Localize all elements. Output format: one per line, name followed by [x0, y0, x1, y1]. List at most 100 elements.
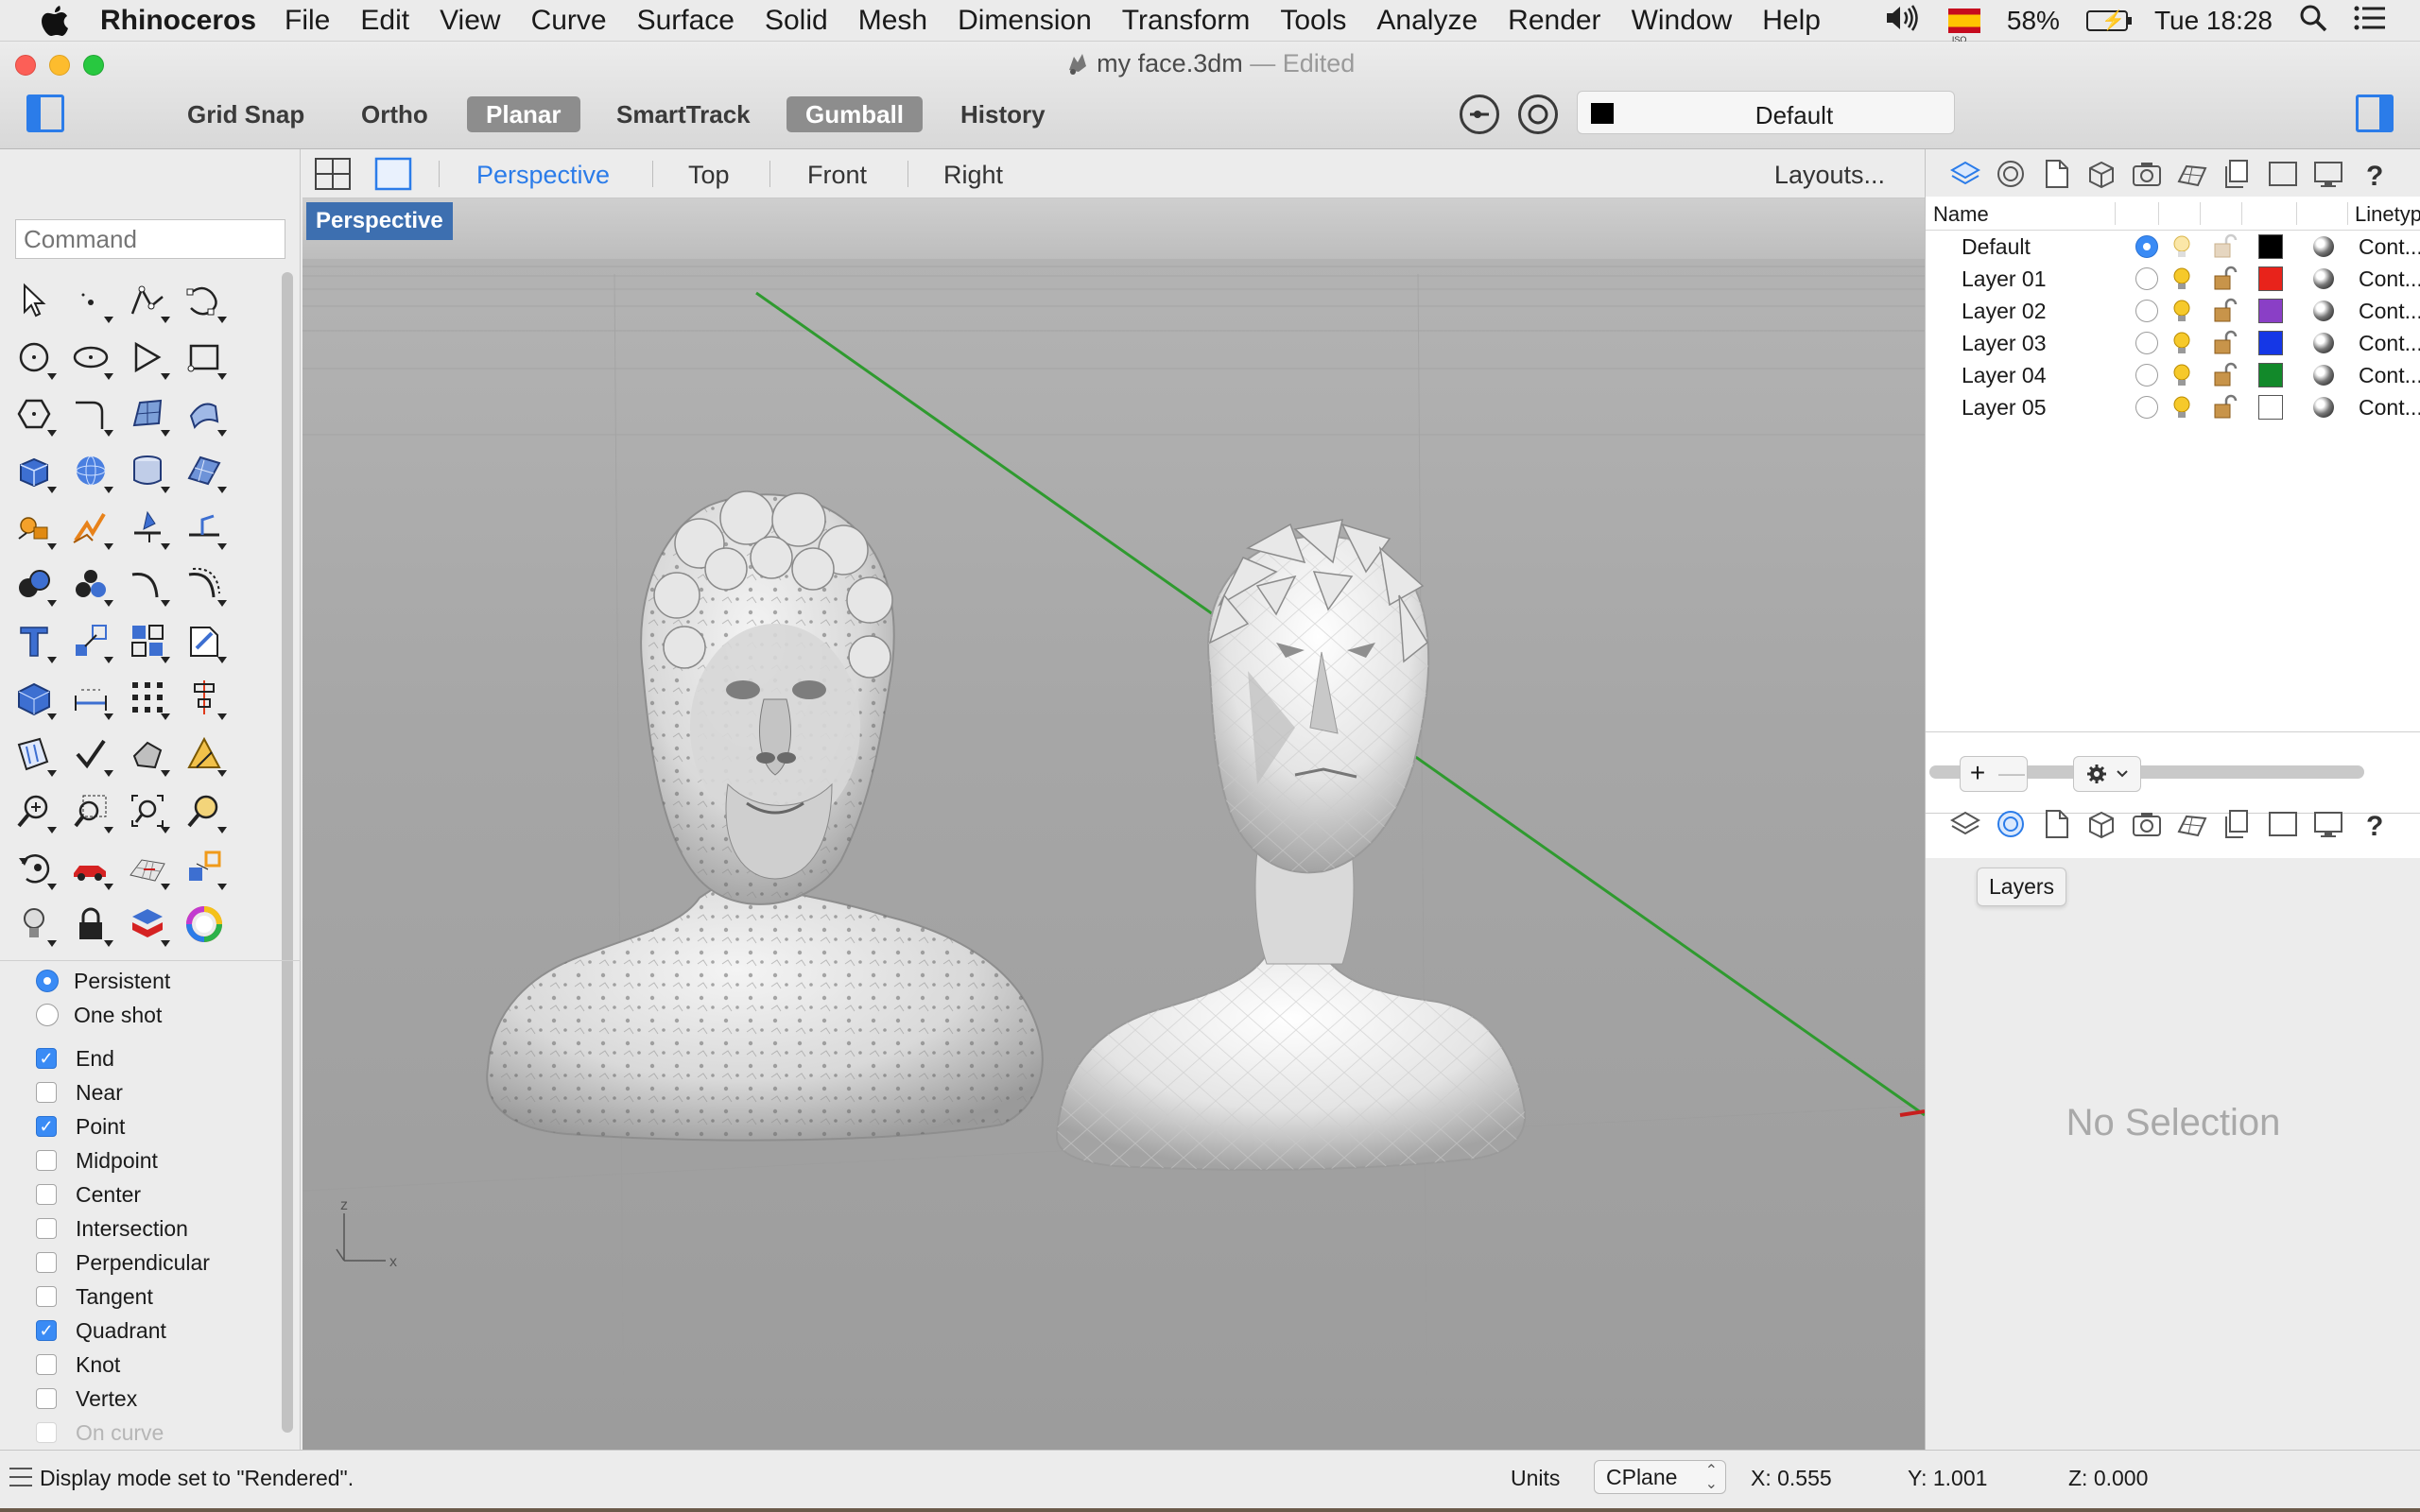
osnap-quadrant[interactable]: ✓ Quadrant: [36, 1314, 272, 1348]
help-icon[interactable]: ?: [2351, 803, 2396, 845]
visibility-bulb-icon[interactable]: [2168, 329, 2196, 357]
perspective-viewport[interactable]: z x Perspective: [302, 198, 1925, 1450]
lock-open-icon[interactable]: [2209, 297, 2238, 325]
menu-surface[interactable]: Surface: [637, 5, 735, 37]
layer-row-05[interactable]: Layer 05 Cont...: [1926, 391, 2420, 423]
osnap-near[interactable]: Near: [36, 1075, 272, 1109]
layouts-tab-icon[interactable]: [2215, 153, 2260, 195]
align-icon[interactable]: [176, 669, 233, 726]
osnap-center-checkbox[interactable]: [36, 1184, 57, 1205]
persistent-radio[interactable]: [36, 970, 59, 992]
osnap-intersection[interactable]: Intersection: [36, 1211, 272, 1246]
surface-from-points-icon[interactable]: [119, 386, 176, 442]
menu-render[interactable]: Render: [1508, 5, 1600, 37]
current-layer-radio[interactable]: [2135, 332, 2158, 354]
osnap-knot[interactable]: Knot: [36, 1348, 272, 1382]
fillet-curves-icon[interactable]: [62, 386, 119, 442]
menu-curve[interactable]: Curve: [531, 5, 607, 37]
render-car-icon[interactable]: [62, 839, 119, 896]
layer-linetype[interactable]: Cont...: [2359, 331, 2420, 356]
four-viewports-icon[interactable]: [314, 157, 352, 198]
offset-curve-icon[interactable]: [176, 556, 233, 612]
add-layer-button[interactable]: +: [1961, 757, 1995, 789]
transform-block-icon[interactable]: [176, 839, 233, 896]
layer-color-swatch[interactable]: [2258, 395, 2283, 420]
current-layer-radio[interactable]: [2135, 364, 2158, 387]
check-objects-icon[interactable]: [62, 726, 119, 782]
layer-material-icon[interactable]: [119, 896, 176, 953]
circle-icon[interactable]: [6, 329, 62, 386]
layer-row-03[interactable]: Layer 03 Cont...: [1926, 327, 2420, 359]
layer-linetype[interactable]: Cont...: [2359, 395, 2420, 421]
layer-material-icon[interactable]: [2313, 365, 2334, 386]
current-layer-radio[interactable]: [2135, 235, 2158, 258]
menu-mesh[interactable]: Mesh: [858, 5, 927, 37]
osnap-quadrant-checkbox[interactable]: ✓: [36, 1320, 57, 1341]
box-icon[interactable]: [6, 442, 62, 499]
scale-icon[interactable]: [62, 612, 119, 669]
zoom-extents-icon[interactable]: [119, 782, 176, 839]
sphere-icon[interactable]: [62, 442, 119, 499]
toggle-left-sidebar-button[interactable]: [26, 94, 64, 132]
osnap-scrollbar[interactable]: [282, 970, 293, 1433]
menu-file[interactable]: File: [285, 5, 330, 37]
layer-options-gear-button[interactable]: [2073, 756, 2141, 792]
viewport-title-label[interactable]: Perspective: [306, 202, 453, 240]
osnap-on-curve-checkbox[interactable]: [36, 1422, 57, 1443]
help-icon[interactable]: ?: [2351, 153, 2396, 195]
volume-icon[interactable]: [1884, 4, 1922, 39]
viewport-tab-icon[interactable]: [2260, 803, 2306, 845]
zoom-window-icon[interactable]: [62, 782, 119, 839]
layer-row-02[interactable]: Layer 02 Cont...: [1926, 295, 2420, 327]
text-icon[interactable]: [6, 612, 62, 669]
osnap-point[interactable]: ✓ Point: [36, 1109, 272, 1143]
visibility-bulb-icon[interactable]: [2168, 361, 2196, 389]
surface-from-curves-icon[interactable]: [176, 386, 233, 442]
layouts-tab-icon[interactable]: [2215, 803, 2260, 845]
rectangle-icon[interactable]: [176, 329, 233, 386]
current-layer-radio[interactable]: [2135, 396, 2158, 419]
dimension-icon[interactable]: [62, 669, 119, 726]
properties-tab-icon[interactable]: [1988, 153, 2033, 195]
layer-material-icon[interactable]: [2313, 268, 2334, 289]
layer-material-icon[interactable]: [2313, 236, 2334, 257]
ellipse-icon[interactable]: [62, 329, 119, 386]
rotate-view-icon[interactable]: [6, 839, 62, 896]
layer-color-swatch[interactable]: [2258, 299, 2283, 323]
tool-palette-scrollbar[interactable]: [282, 272, 293, 1009]
units-label[interactable]: Units: [1511, 1466, 1560, 1491]
current-layer-radio[interactable]: [2135, 267, 2158, 290]
osnap-center[interactable]: Center: [36, 1177, 272, 1211]
make-2d-icon[interactable]: [119, 726, 176, 782]
analyze-curvature-icon[interactable]: [6, 726, 62, 782]
ortho-toggle[interactable]: Ortho: [342, 96, 447, 132]
visibility-bulb-icon[interactable]: [2168, 265, 2196, 293]
menu-window[interactable]: Window: [1632, 5, 1733, 37]
history-toggle[interactable]: History: [942, 96, 1064, 132]
osnap-tangent-checkbox[interactable]: [36, 1286, 57, 1307]
command-history-menu-icon[interactable]: [9, 1468, 32, 1486]
app-name-menu[interactable]: Rhinoceros: [100, 5, 256, 37]
explode-icon[interactable]: [6, 499, 62, 556]
remove-layer-button[interactable]: —: [1995, 757, 2029, 789]
polygon-icon[interactable]: [6, 386, 62, 442]
osnap-vertex-checkbox[interactable]: [36, 1388, 57, 1409]
apple-icon[interactable]: [36, 5, 74, 37]
grid-snap-toggle[interactable]: Grid Snap: [168, 96, 323, 132]
menu-solid[interactable]: Solid: [765, 5, 828, 37]
spotlight-search-icon[interactable]: [2299, 4, 2327, 39]
lock-open-icon[interactable]: [2209, 329, 2238, 357]
layer-linetype[interactable]: Cont...: [2359, 363, 2420, 388]
zoom-selected-icon[interactable]: [176, 782, 233, 839]
current-layer-radio[interactable]: [2135, 300, 2158, 322]
named-views-camera-icon[interactable]: [2124, 803, 2169, 845]
array-icon[interactable]: [119, 669, 176, 726]
lock-open-icon[interactable]: [2209, 232, 2238, 261]
osnap-end-checkbox[interactable]: ✓: [36, 1048, 57, 1069]
column-name-header[interactable]: Name: [1933, 202, 1989, 227]
cplane-grid-icon[interactable]: [119, 839, 176, 896]
input-source-flag-icon[interactable]: ISO: [1947, 9, 1980, 44]
current-layer-dropdown[interactable]: Default: [1577, 91, 1955, 134]
menu-transform[interactable]: Transform: [1122, 5, 1251, 37]
layer-color-swatch[interactable]: [2258, 266, 2283, 291]
